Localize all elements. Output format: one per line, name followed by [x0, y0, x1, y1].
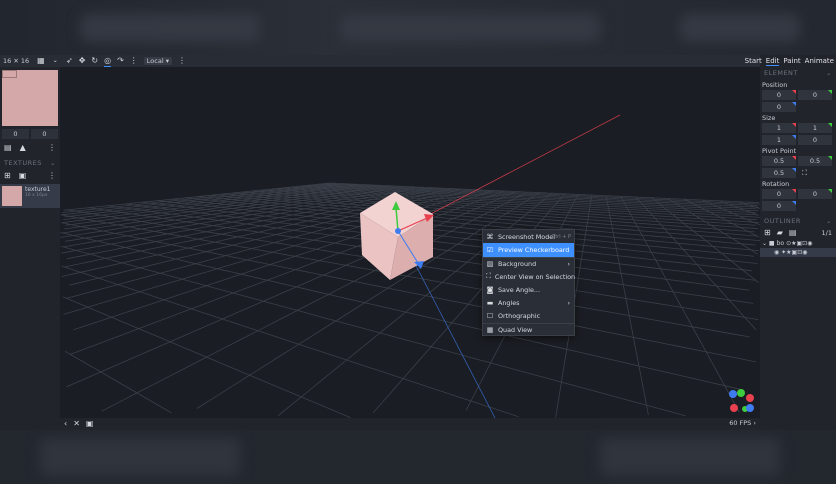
more-icon[interactable]: ⋮: [48, 171, 56, 181]
submenu-arrow-icon: ›: [567, 299, 570, 308]
menu-item-save-angle[interactable]: ◙ Save Angle...: [483, 283, 574, 296]
center-pivot-icon[interactable]: ⛶: [798, 168, 807, 178]
group-toggles-icon[interactable]: ⊙★▣⊡◉: [786, 240, 812, 247]
position-x[interactable]: 0: [762, 90, 796, 100]
rotation-z[interactable]: 0: [762, 201, 796, 211]
size-x[interactable]: 1: [762, 123, 796, 133]
outliner-count: 1/1: [821, 229, 832, 237]
uv-y[interactable]: 0: [31, 129, 58, 139]
pivot-z[interactable]: 0.5: [762, 168, 796, 178]
texture-size: 16 x 16px: [25, 193, 48, 198]
more-icon[interactable]: ⋮: [48, 143, 56, 153]
tab-animate[interactable]: Animate: [805, 57, 834, 65]
size-y[interactable]: 1: [798, 123, 832, 133]
screenshot-icon[interactable]: ▣: [86, 419, 94, 429]
rotation-x[interactable]: 0: [762, 189, 796, 199]
move-icon[interactable]: ✥: [79, 56, 86, 66]
texture-thumbnail: [2, 186, 22, 206]
fps-counter: 60 FPS: [729, 419, 752, 427]
outliner-header: OUTLINER: [764, 217, 801, 225]
chevron-right-icon[interactable]: ›: [753, 419, 756, 427]
size-z[interactable]: 1: [762, 135, 796, 145]
menu-item-angles[interactable]: ▬ Angles ›: [483, 296, 574, 309]
position-y[interactable]: 0: [798, 90, 832, 100]
pivot-y[interactable]: 0.5: [798, 156, 832, 166]
chevron-down-icon[interactable]: ⌄: [50, 159, 56, 167]
grid-icon[interactable]: ▦: [37, 56, 45, 66]
menu-item-background[interactable]: ▨ Background ›: [483, 256, 574, 270]
blurred-footer: [0, 430, 836, 484]
close-icon[interactable]: ✕: [73, 419, 80, 429]
texture-item[interactable]: texture1 16 x 16px: [0, 184, 60, 208]
pivot-tool-icon[interactable]: ◎: [104, 56, 112, 67]
rotation-y[interactable]: 0: [798, 189, 832, 199]
blockbench-window: 16 ✕ 16 ▦ ⌄ 00 ▤ ▲ ⋮ TEXTURES ⌄ ⊞ ▣ ⋮ texture…: [0, 55, 836, 430]
texture-name: texture1: [25, 186, 51, 193]
center-icon: ⛶: [486, 272, 491, 281]
rotate-icon[interactable]: ↻: [91, 56, 98, 66]
element-header: ELEMENT: [764, 69, 798, 77]
import-texture-icon[interactable]: ⊞: [4, 171, 11, 181]
scene: [360, 114, 754, 418]
menu-item-quad-view[interactable]: ▦ Quad View: [483, 323, 574, 336]
create-texture-icon[interactable]: ▣: [19, 171, 27, 181]
blurred-header: [0, 0, 836, 55]
uv-mode-icon[interactable]: ▤: [4, 143, 12, 153]
menu-item-orthographic[interactable]: ☐ Orthographic: [483, 310, 574, 323]
textures-header: TEXTURES: [4, 159, 42, 167]
status-bar: ‹ ✕ ▣ 60 FPS ›: [60, 418, 760, 430]
add-group-icon[interactable]: ▰: [777, 228, 783, 238]
quad-view-icon: ▦: [486, 326, 494, 335]
right-panel: ELEMENT ⌄ Position 00 0 Size 11 10 Pivot …: [760, 67, 836, 430]
pivot-label: Pivot Point: [762, 147, 797, 155]
menu-item-center-view[interactable]: ⛶ Center View on Selection: [483, 270, 575, 283]
more-icon[interactable]: ⋮: [178, 56, 186, 66]
rotation-label: Rotation: [762, 180, 790, 188]
uv-x[interactable]: 0: [2, 129, 29, 139]
tab-edit[interactable]: Edit: [765, 57, 780, 66]
move-tool-icon[interactable]: ➶: [66, 56, 73, 66]
position-label: Position: [762, 81, 788, 89]
tab-start[interactable]: Start: [745, 57, 762, 65]
chevron-left-icon[interactable]: ‹: [64, 419, 67, 429]
video-camera-icon: ▬: [486, 299, 494, 308]
background-icon: ▨: [486, 259, 494, 268]
inflate[interactable]: 0: [798, 135, 832, 145]
outliner-cube[interactable]: ◉ ✦★▣⊡◉: [760, 248, 836, 257]
add-cube-icon[interactable]: ⊞: [764, 228, 771, 238]
pivot-x[interactable]: 0.5: [762, 156, 796, 166]
outliner-group[interactable]: ⌄ ■ bo ⊙★▣⊡◉: [760, 239, 836, 248]
space-select[interactable]: Local ▾: [143, 57, 172, 65]
menu-item-screenshot-model[interactable]: ⌘ Screenshot Model Ctrl + P: [483, 230, 574, 243]
uv-size: 16 ✕ 16: [3, 57, 30, 65]
photo-camera-icon: ◙: [486, 285, 494, 294]
chevron-down-icon[interactable]: ⌄: [53, 56, 58, 66]
chevron-down-icon[interactable]: ⌄: [826, 217, 832, 225]
paint-icon[interactable]: ▲: [20, 143, 26, 153]
tool-bar: ➶ ✥ ↻ ◎ ↷ ⋮ Local ▾ ⋮: [60, 55, 760, 67]
uv-editor[interactable]: [2, 70, 58, 126]
3d-viewport[interactable]: [60, 67, 760, 418]
left-panel: 16 ✕ 16 ▦ ⌄ 00 ▤ ▲ ⋮ TEXTURES ⌄ ⊞ ▣ ⋮ texture…: [0, 55, 60, 430]
toggle-options-icon[interactable]: ▤: [789, 228, 797, 238]
vertex-snap-icon[interactable]: ↷: [117, 56, 124, 66]
viewport-context-menu: ⌘ Screenshot Model Ctrl + P ☑ Preview Check…: [482, 229, 575, 336]
checkbox-empty-icon: ☐: [486, 312, 494, 321]
position-z[interactable]: 0: [762, 102, 796, 112]
menu-item-preview-checkerboard[interactable]: ☑ Preview Checkerboard: [483, 243, 574, 257]
size-label: Size: [762, 114, 776, 122]
group-name: bo: [776, 240, 785, 247]
more-icon[interactable]: ⋮: [130, 56, 138, 66]
view-gizmo[interactable]: [729, 389, 754, 412]
tab-paint[interactable]: Paint: [783, 57, 800, 65]
mode-tabs: Start Edit Paint Animate: [745, 55, 836, 67]
submenu-arrow-icon: ›: [567, 259, 570, 268]
camera-icon: ⌘: [486, 232, 494, 241]
checkbox-checked-icon: ☑: [486, 245, 494, 254]
chevron-down-icon[interactable]: ⌄: [826, 69, 832, 77]
